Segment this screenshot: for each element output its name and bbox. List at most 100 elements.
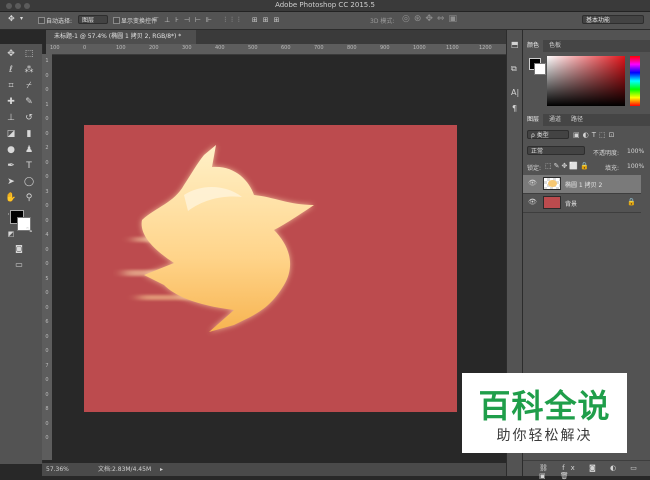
status-menu-icon[interactable]: ▸ — [160, 463, 163, 476]
tab-paths[interactable]: 路径 — [567, 114, 587, 126]
tab-layers[interactable]: 图层 — [523, 114, 544, 126]
ruler-tick-label: 0 — [45, 377, 49, 383]
opacity-value[interactable]: 100% — [627, 148, 644, 155]
tab-channels[interactable]: 通道 — [545, 114, 565, 126]
layer-name: 椭圆 1 拷贝 2 — [565, 182, 603, 189]
chevron-down-icon[interactable]: ▾ — [20, 15, 23, 22]
type-tool-icon[interactable]: T — [22, 160, 36, 173]
history-brush-icon[interactable]: ↺ — [22, 112, 36, 125]
layers-panel-tabs: 图层 通道 路径 — [523, 114, 650, 126]
eyedropper-icon[interactable]: ⌿ — [22, 80, 36, 93]
ruler-tick-label: 0 — [45, 159, 49, 166]
workspace-dropdown[interactable]: 基本功能 — [582, 15, 644, 24]
ruler-tick-label: 1200 — [479, 45, 492, 51]
layer-filter-dropdown[interactable]: ρ 类型 — [527, 130, 569, 139]
gradient-tool-icon[interactable]: ▮ — [22, 128, 36, 141]
healing-brush-icon[interactable]: ✚ — [4, 96, 18, 109]
brush-tool-icon[interactable]: ✎ — [22, 96, 36, 109]
paragraph-panel-icon[interactable]: ¶ — [512, 104, 517, 113]
ruler-tick-label: 0 — [45, 130, 49, 137]
ruler-tick-label: 0 — [45, 420, 49, 427]
ruler-tick-label: 5 — [45, 275, 49, 282]
history-panel-icon[interactable]: ⬒ — [511, 40, 519, 49]
tab-swatches[interactable]: 色板 — [545, 40, 565, 52]
lock-icon: 🔒 — [627, 198, 636, 206]
move-tool-icon[interactable]: ✥ — [4, 48, 18, 61]
show-transform-checkbox[interactable] — [113, 17, 120, 24]
pen-tool-icon[interactable]: ✒ — [4, 160, 18, 173]
ruler-tick-label: 0 — [45, 290, 49, 296]
watermark-subtitle: 助你轻松解决 — [496, 428, 593, 444]
ruler-tick-label: 500 — [248, 45, 258, 51]
ellipse-tool-icon[interactable]: ◯ — [22, 176, 36, 189]
layer-row-ellipse-copy[interactable]: 👁 椭圆 1 拷贝 2 — [523, 175, 641, 194]
ruler-tick-label: 400 — [215, 45, 225, 51]
document-tab[interactable]: 未标题-1 @ 57.4% (椭圆 1 拷贝 2, RGB/8*) * — [46, 30, 196, 44]
auto-select-label: 自动选择: — [46, 18, 73, 25]
app-title: Adobe Photoshop CC 2015.5 — [275, 1, 375, 9]
workspace-value: 基本功能 — [586, 17, 611, 24]
auto-select-dropdown[interactable]: 图层 — [78, 15, 108, 24]
layer-thumbnail — [543, 177, 561, 190]
quick-mask-icon[interactable]: ◙ — [12, 242, 26, 255]
ruler-tick-label: 1 — [45, 101, 49, 108]
properties-panel-icon[interactable]: ⧉ — [511, 64, 517, 74]
watermark-title: 百科全说 — [478, 387, 611, 425]
document-size: 文档:2.83M/4.45M — [98, 466, 152, 473]
options-bar: ✥ ▾ 自动选择: 图层 显示变换控件 ⊤⊥⊦⊣⊢⊩ ⫶⫶⫶ ⊞⊞⊞ 3D 模式… — [0, 12, 650, 30]
picker-background-swatch[interactable] — [534, 63, 546, 75]
eye-icon[interactable]: 👁 — [528, 179, 537, 187]
ruler-tick-label: 0 — [45, 391, 49, 398]
horizontal-ruler[interactable]: 100 0 100 200 300 400 500 600 700 800 900 1000 1100 1… — [46, 44, 506, 55]
dodge-tool-icon[interactable]: ♟ — [22, 144, 36, 157]
hue-slider[interactable] — [630, 56, 640, 106]
layer-footer-icons[interactable]: ⛓ fx ◙ ◐ ▭ ▣ 🗑 — [539, 464, 650, 480]
ruler-tick-label: 4 — [45, 232, 49, 238]
screen-mode-icon[interactable]: ▭ — [12, 258, 26, 271]
layer-thumbnail — [543, 196, 561, 209]
lasso-tool-icon[interactable]: ℓ — [4, 64, 18, 77]
ruler-tick-label: 0 — [45, 304, 49, 311]
ruler-tick-label: 600 — [281, 45, 291, 51]
ruler-tick-label: 800 — [347, 45, 357, 51]
fish-shape-artwork — [124, 145, 314, 332]
layer-thumbnail-shape — [548, 180, 557, 187]
tab-color[interactable]: 颜色 — [523, 40, 544, 52]
fill-value[interactable]: 100% — [627, 163, 644, 170]
ruler-tick-label: 0 — [45, 348, 49, 354]
ruler-tick-label: 100 — [50, 45, 60, 51]
align-distribute-icons[interactable]: ⊤⊥⊦⊣⊢⊩ ⫶⫶⫶ ⊞⊞⊞ — [153, 16, 284, 25]
eye-icon[interactable]: 👁 — [528, 198, 537, 206]
status-bar: 57.36% 文档:2.83M/4.45M ▸ — [42, 463, 506, 476]
path-selection-icon[interactable]: ➤ — [4, 176, 18, 189]
blend-mode-dropdown[interactable]: 正常 — [527, 146, 585, 155]
ruler-tick-label: 0 — [45, 116, 49, 122]
auto-select-checkbox[interactable] — [38, 17, 45, 24]
swap-colors-icon[interactable]: ⤡ — [22, 224, 36, 237]
ruler-tick-label: 0 — [45, 333, 49, 340]
ruler-tick-label: 0 — [83, 45, 87, 51]
3d-tool-icons[interactable]: ◎⊛✥⇔▣ — [402, 14, 461, 24]
ruler-tick-label: 200 — [149, 45, 159, 51]
default-colors-icon[interactable]: ◩ — [4, 228, 18, 241]
eraser-tool-icon[interactable]: ◪ — [4, 128, 18, 141]
zoom-level[interactable]: 57.36% — [46, 463, 69, 476]
hand-tool-icon[interactable]: ✋ — [4, 192, 18, 205]
move-tool-icon[interactable]: ✥ — [8, 14, 15, 23]
ruler-tick-label: 900 — [380, 45, 390, 51]
show-transform-label: 显示变换控件 — [121, 18, 158, 25]
ruler-tick-label: 8 — [45, 406, 49, 412]
crop-tool-icon[interactable]: ⌗ — [4, 80, 18, 93]
character-panel-icon[interactable]: A| — [511, 88, 519, 97]
lock-icons[interactable]: ⬚✎✥⬜🔒 — [545, 162, 591, 170]
layer-row-background[interactable]: 👁 背景 🔒 — [523, 194, 641, 213]
document-canvas[interactable] — [84, 125, 457, 412]
color-field[interactable] — [547, 56, 625, 106]
marquee-tool-icon[interactable]: ⬚ — [22, 48, 36, 61]
magic-wand-icon[interactable]: ⁂ — [22, 64, 36, 77]
zoom-tool-icon[interactable]: ⚲ — [22, 192, 36, 205]
ruler-tick-label: 7 — [45, 362, 49, 369]
layer-filter-icons[interactable]: ▣◐T⬚⊡ — [573, 131, 617, 139]
blur-tool-icon[interactable]: ● — [4, 144, 18, 157]
clone-stamp-icon[interactable]: ⊥ — [4, 112, 18, 125]
